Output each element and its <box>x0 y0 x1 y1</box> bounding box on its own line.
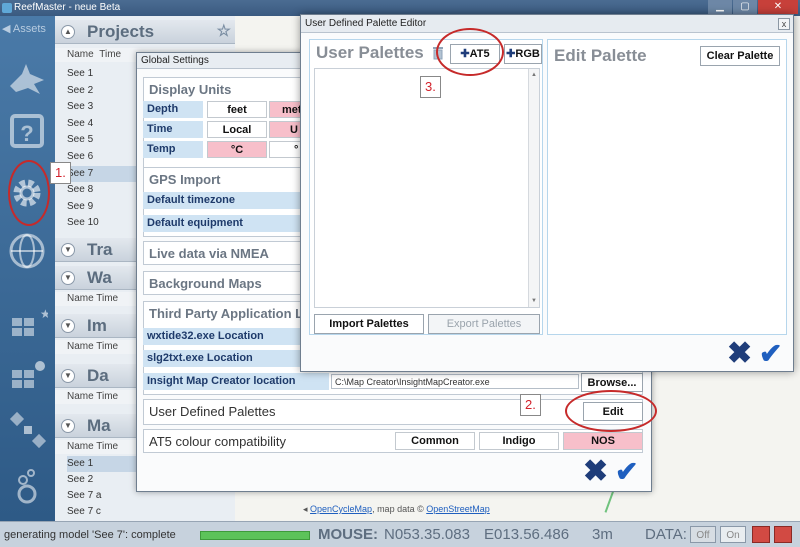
help-icon[interactable]: ? <box>6 110 48 152</box>
edit-palette-panel: Edit Palette Clear Palette <box>547 39 787 335</box>
plus-icon: ✚ <box>506 48 516 60</box>
palette-list[interactable]: ▲ ▼ <box>314 68 540 308</box>
progress-bar <box>200 531 310 540</box>
status-text: generating model 'See 7': complete <box>4 529 176 541</box>
cancel-icon[interactable]: ✖ <box>727 339 752 369</box>
at5-indigo-option[interactable]: Indigo <box>479 432 559 450</box>
wxtide-label: wxtide32.exe Location <box>143 328 303 345</box>
ok-check-icon[interactable]: ✔ <box>759 339 782 369</box>
close-button[interactable]: ✕ <box>758 0 798 14</box>
slg2txt-label: slg2txt.exe Location <box>143 350 303 367</box>
layers-icon[interactable]: ★ <box>6 304 51 346</box>
mouse-latitude: N053.35.083 <box>384 526 470 543</box>
annotation-ellipse-1 <box>8 160 50 226</box>
insight-path-field[interactable]: C:\Map Creator\InsightMapCreator.exe <box>331 374 579 389</box>
sidebar: ◀ Assets ? ★ <box>0 16 55 521</box>
stop-button[interactable] <box>774 526 792 543</box>
default-equipment-label: Default equipment <box>143 215 303 232</box>
edit-palette-heading: Edit Palette <box>554 46 647 65</box>
app-title: ReefMaster - neue Beta <box>14 2 121 13</box>
temp-celsius-option[interactable]: °C <box>207 141 267 158</box>
depth-feet-option[interactable]: feet <box>207 101 267 118</box>
opencyclemap-link[interactable]: OpenCycleMap <box>310 504 372 514</box>
temp-label: Temp <box>143 141 203 158</box>
globe-icon[interactable] <box>6 230 48 272</box>
app-logo-icon <box>2 3 12 13</box>
time-label: Time <box>143 121 203 138</box>
data-icon[interactable] <box>6 354 48 396</box>
bubbles-icon[interactable] <box>6 466 48 508</box>
openstreetmap-link[interactable]: OpenStreetMap <box>426 504 490 514</box>
record-button[interactable] <box>752 526 770 543</box>
export-palettes-button[interactable]: Export Palettes <box>428 314 540 334</box>
mouse-longitude: E013.56.486 <box>484 526 570 543</box>
annotation-step-3: 3. <box>420 76 441 98</box>
chevron-down-icon[interactable]: ▼ <box>61 419 75 433</box>
annotation-ellipse-3 <box>436 28 504 76</box>
import-palettes-button[interactable]: Import Palettes <box>314 314 424 334</box>
depth-label: Depth <box>143 101 203 118</box>
annotation-step-1: 1. <box>50 162 71 184</box>
close-icon[interactable]: x <box>778 18 790 30</box>
chevron-up-icon[interactable]: ▲ <box>61 25 75 39</box>
chevron-down-icon[interactable]: ▼ <box>61 369 75 383</box>
data-off-button[interactable]: Off <box>690 526 716 543</box>
default-timezone-label: Default timezone <box>143 192 303 209</box>
list-item[interactable]: See 7 c <box>67 504 227 520</box>
user-palettes-heading: User Palettes <box>316 43 424 62</box>
star-icon[interactable]: ☆ <box>217 20 231 44</box>
at5-common-option[interactable]: Common <box>395 432 475 450</box>
minimize-button[interactable]: ▁ <box>708 0 732 14</box>
map-credit: ◂ OpenCycleMap, map data © OpenStreetMap <box>303 504 490 514</box>
svg-text:★: ★ <box>40 307 48 321</box>
insight-label: Insight Map Creator location <box>143 373 329 390</box>
projects-header[interactable]: ▲ Projects ☆ <box>55 20 235 44</box>
time-local-option[interactable]: Local <box>207 121 267 138</box>
data-on-button[interactable]: On <box>720 526 746 543</box>
satellite-icon[interactable] <box>6 408 48 450</box>
at5-nos-option[interactable]: NOS <box>563 432 643 450</box>
status-bar: generating model 'See 7': complete MOUSE… <box>0 521 800 547</box>
maximize-button[interactable]: ▢ <box>733 0 757 14</box>
mouse-label: MOUSE: <box>318 526 378 543</box>
clear-palette-button[interactable]: Clear Palette <box>700 46 780 66</box>
add-rgb-button[interactable]: ✚RGB <box>504 44 542 64</box>
assets-tab[interactable]: ◀ Assets <box>2 22 46 35</box>
palette-list-scrollbar[interactable]: ▲ ▼ <box>528 69 539 307</box>
scale-readout: 3m <box>592 526 613 543</box>
chevron-down-icon[interactable]: ▼ <box>61 243 75 257</box>
data-label: DATA: <box>645 526 687 543</box>
chevron-down-icon[interactable]: ▼ <box>61 271 75 285</box>
scroll-up-icon[interactable]: ▲ <box>531 72 537 78</box>
annotation-ellipse-2 <box>565 390 657 432</box>
palette-editor-title: User Defined Palette Editor x <box>301 15 793 33</box>
annotation-step-2: 2. <box>520 394 541 416</box>
ok-check-icon[interactable]: ✔ <box>615 457 638 487</box>
cancel-icon[interactable]: ✖ <box>583 457 608 487</box>
scroll-down-icon[interactable]: ▼ <box>531 298 537 304</box>
chevron-down-icon[interactable]: ▼ <box>61 319 75 333</box>
shark-icon[interactable] <box>6 60 48 102</box>
svg-text:?: ? <box>20 121 33 146</box>
palette-editor-dialog: User Defined Palette Editor x User Palet… <box>300 14 794 372</box>
